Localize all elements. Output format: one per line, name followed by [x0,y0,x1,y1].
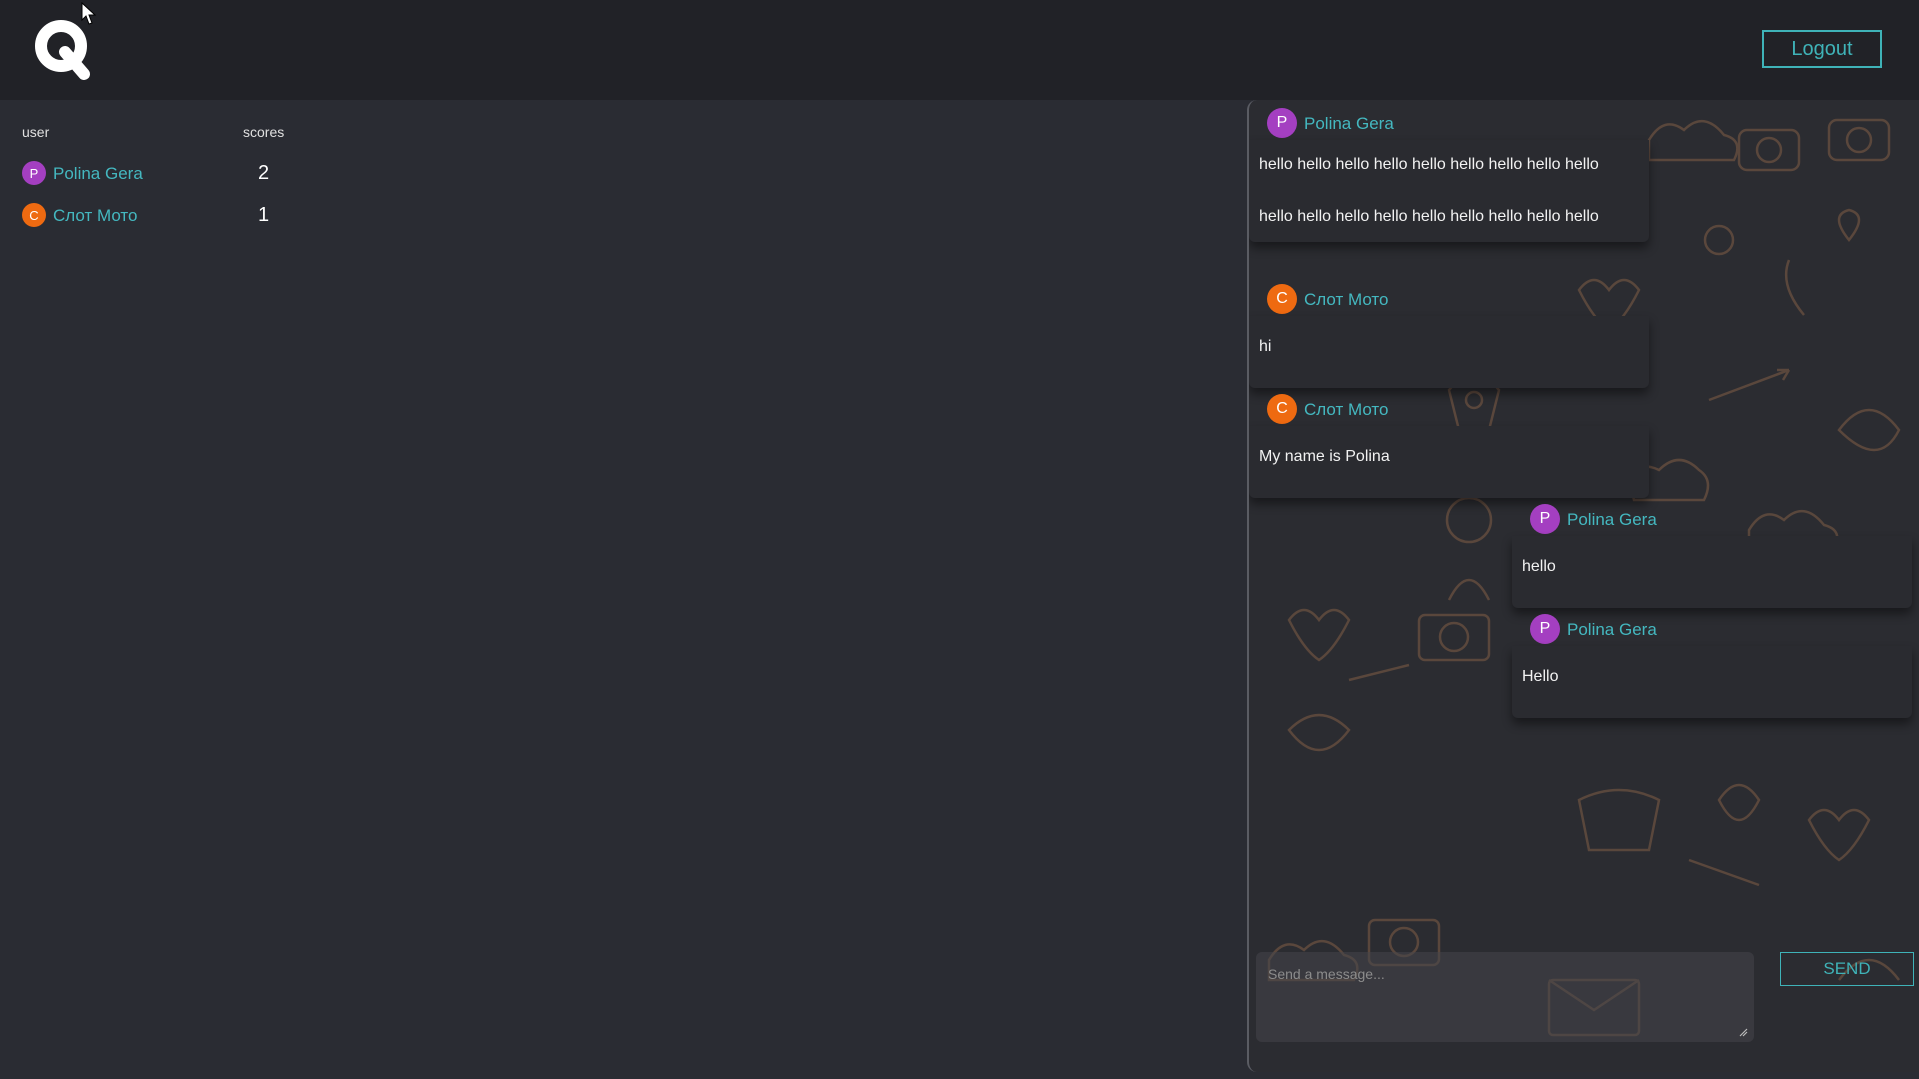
message-text: hello [1522,558,1556,575]
message-author[interactable]: Polina Gera [1304,114,1394,134]
message-text: hello hello hello hello hello hello hell… [1259,208,1599,225]
avatar: С [1267,284,1297,314]
message-author[interactable]: Слот Мото [1304,290,1388,310]
message-author[interactable]: Слот Мото [1304,400,1388,420]
message-text: hello hello hello hello hello hello hell… [1259,156,1599,173]
message-input[interactable]: Send a message... [1256,952,1754,1042]
message-bubble: hello [1512,536,1912,608]
top-bar: Logout [0,0,1919,100]
mouse-cursor-icon [81,2,97,25]
scoreboard-score: 1 [258,204,270,226]
message-bubble: Hello [1512,646,1912,718]
message-author[interactable]: Polina Gera [1567,510,1657,530]
message-bubble: hello hello hello hello hello hello hell… [1249,140,1649,242]
message-bubble: My name is Polina [1249,426,1649,498]
avatar: P [1530,614,1560,644]
q-logo-icon[interactable] [32,18,94,80]
avatar: P [1267,108,1297,138]
scoreboard-score: 2 [258,162,270,184]
avatar: С [1267,394,1297,424]
scoreboard-user-name[interactable]: Polina Gera [53,164,143,184]
avatar: С [22,203,46,227]
message-author[interactable]: Polina Gera [1567,620,1657,640]
message-text: My name is Polina [1259,448,1390,465]
avatar: P [1530,504,1560,534]
scoreboard-row: P Polina Gera 2 [22,158,382,188]
logout-button[interactable]: Logout [1762,30,1882,68]
send-button[interactable]: SEND [1780,952,1914,986]
scoreboard-row: С Слот Мото 1 [22,200,382,230]
message-bubble: hi [1249,316,1649,388]
scoreboard-scores-header: scores [243,124,285,140]
chat-panel: P Polina Gera hello hello hello hello he… [1247,100,1919,1072]
message-text: hi [1259,338,1272,355]
scoreboard-user-name[interactable]: Слот Мото [53,206,137,226]
resize-handle-icon[interactable] [1738,1027,1748,1037]
scoreboard-user-header: user [22,124,50,140]
avatar: P [22,161,46,185]
message-text: Hello [1522,668,1559,685]
